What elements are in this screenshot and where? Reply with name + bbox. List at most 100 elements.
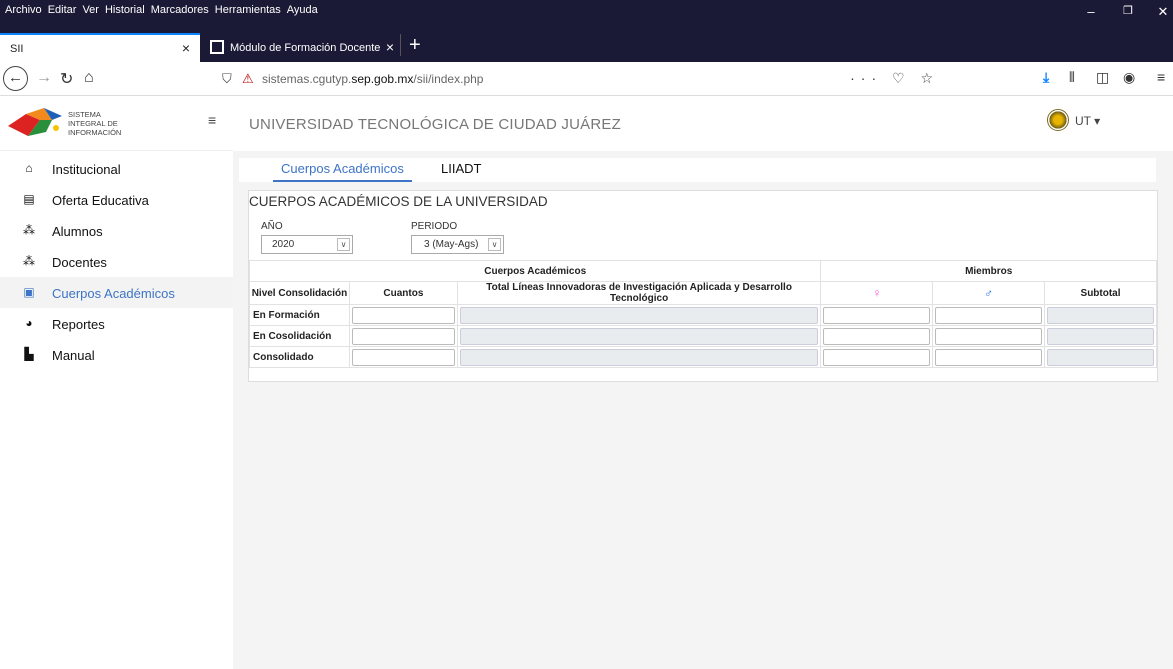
row-label: En Formación — [249, 304, 350, 326]
tab-title: SII — [10, 43, 24, 55]
forward-arrow-icon[interactable]: → — [36, 69, 52, 87]
year-label: AÑO — [261, 221, 283, 232]
row-label: En Cosolidación — [249, 325, 350, 347]
menu-archivo[interactable]: Archivo — [5, 4, 42, 16]
menu-marcadores[interactable]: Marcadores — [151, 4, 209, 16]
male-icon: ♂ — [984, 286, 994, 300]
close-window-icon[interactable]: ✕ — [1153, 4, 1173, 20]
sii-logo-icon — [8, 108, 62, 136]
table-row: Consolidado — [249, 346, 1157, 368]
download-icon[interactable]: ⤓ — [1043, 69, 1049, 86]
total-lineas-field — [459, 348, 819, 366]
sidebar-item-alumnos[interactable]: ⁂ Alumnos — [0, 215, 233, 246]
book-icon: ▤ — [23, 192, 35, 206]
menu-historial[interactable]: Historial — [105, 4, 145, 16]
tab-favicon-icon — [210, 40, 224, 54]
total-lineas-field — [459, 306, 819, 324]
insecure-lock-icon[interactable]: ⚠ — [242, 71, 254, 87]
new-tab-button[interactable]: + — [400, 34, 421, 56]
hombres-input[interactable] — [935, 306, 1043, 324]
users-icon: ⁂ — [23, 254, 35, 268]
total-lineas-field — [459, 327, 819, 345]
browser-tab-sii[interactable]: SII × — [0, 33, 200, 62]
menu-herramientas[interactable]: Herramientas — [215, 4, 281, 16]
year-select[interactable]: 2020 ∨ — [261, 235, 353, 254]
url-bar[interactable]: ⛉ ⚠ sistemas.cgutyp.sep.gob.mx/sii/index… — [210, 65, 945, 93]
url-text[interactable]: sistemas.cgutyp.sep.gob.mx/sii/index.php — [262, 72, 483, 86]
tab-liiadt[interactable]: LIIADT — [441, 161, 481, 176]
sidebar-item-label: Oferta Educativa — [52, 193, 149, 208]
subtotal-field — [1047, 348, 1154, 366]
tab-close-icon[interactable]: × — [182, 40, 190, 56]
cuantos-input[interactable] — [351, 348, 455, 366]
chevron-down-icon: ∨ — [337, 238, 350, 251]
sidebar-item-cuerpos-academicos[interactable]: ▣ Cuerpos Académicos — [0, 277, 233, 308]
reload-icon[interactable]: ↻ — [60, 69, 73, 89]
sidebar-item-docentes[interactable]: ⁂ Docentes — [0, 246, 233, 277]
browser-tabbar: SII × Módulo de Formación Docente × + — [0, 30, 1173, 62]
row-label: Consolidado — [249, 346, 350, 368]
cuantos-input[interactable] — [351, 327, 455, 345]
library-icon[interactable]: ⫴ — [1069, 69, 1075, 86]
menu-ver[interactable]: Ver — [82, 4, 99, 16]
table-header-row: Nivel Consolidación Cuantos Total Líneas… — [249, 281, 1157, 305]
section-tabs: Cuerpos Académicos LIIADT — [239, 158, 1156, 182]
sidebar-item-label: Alumnos — [52, 224, 103, 239]
panel-title: CUERPOS ACADÉMICOS DE LA UNIVERSIDAD — [249, 194, 548, 209]
brand-text: SISTEMA INTEGRAL DE INFORMACIÓN — [68, 110, 122, 137]
mujeres-input[interactable] — [823, 327, 931, 345]
sidebar-icon[interactable]: ◫ — [1096, 69, 1109, 86]
main-content: UNIVERSIDAD TECNOLÓGICA DE CIUDAD JUÁREZ… — [233, 96, 1173, 669]
sidebar-item-oferta-educativa[interactable]: ▤ Oferta Educativa — [0, 184, 233, 215]
table-row: En Formación — [249, 304, 1157, 326]
menu-ayuda[interactable]: Ayuda — [287, 4, 318, 16]
account-icon[interactable]: ◉ — [1123, 69, 1135, 86]
chart-pie-icon: ◕ — [25, 316, 33, 330]
sidebar-item-institucional[interactable]: ⌂ Institucional — [0, 153, 233, 184]
mujeres-input[interactable] — [823, 348, 931, 366]
chevron-down-icon: ∨ — [488, 238, 501, 251]
tab-close-icon[interactable]: × — [386, 39, 394, 55]
sidebar-item-label: Manual — [52, 348, 95, 363]
browser-menubar: Archivo Editar Ver Historial Marcadores … — [0, 0, 1173, 30]
col-total-lineas: Total Líneas Innovadoras de Investigació… — [456, 281, 822, 305]
tab-cuerpos-academicos[interactable]: Cuerpos Académicos — [273, 161, 412, 182]
hombres-input[interactable] — [935, 348, 1043, 366]
sidebar-item-manual[interactable]: ▙ Manual — [0, 339, 233, 370]
brand: SISTEMA INTEGRAL DE INFORMACIÓN ≡ — [0, 96, 233, 151]
col-hombres: ♂ — [932, 281, 1046, 305]
table-group-header-row: Cuerpos Académicos Miembros — [248, 260, 1157, 282]
menu-editar[interactable]: Editar — [48, 4, 77, 16]
top-header: UNIVERSIDAD TECNOLÓGICA DE CIUDAD JUÁREZ… — [233, 96, 1173, 151]
menu-list: Archivo Editar Ver Historial Marcadores … — [5, 4, 318, 16]
group-header-cuerpos: Cuerpos Académicos — [248, 260, 822, 282]
group-header-miembros: Miembros — [820, 260, 1157, 282]
cuerpos-table: Cuerpos Académicos Miembros Nivel Consol… — [248, 260, 1157, 368]
page-actions[interactable]: ··· ♡ ☆ — [850, 70, 939, 87]
tracking-shield-icon[interactable]: ⛉ — [222, 71, 232, 87]
restore-icon[interactable]: ❐ — [1118, 4, 1138, 17]
sidebar-item-label: Reportes — [52, 317, 105, 332]
sidebar-toggle-icon[interactable]: ≡ — [208, 112, 216, 128]
subtotal-field — [1047, 327, 1154, 345]
period-select[interactable]: 3 (May-Ags) ∨ — [411, 235, 504, 254]
sidebar: SISTEMA INTEGRAL DE INFORMACIÓN ≡ ⌂ Inst… — [0, 96, 233, 669]
back-arrow-icon[interactable]: ← — [3, 66, 28, 91]
browser-tab-formacion[interactable]: Módulo de Formación Docente × — [206, 33, 396, 62]
minimize-icon[interactable]: – — [1081, 4, 1101, 19]
cuerpos-panel: CUERPOS ACADÉMICOS DE LA UNIVERSIDAD AÑO… — [248, 190, 1158, 382]
cuantos-input[interactable] — [351, 306, 455, 324]
hamburger-menu-icon[interactable]: ≡ — [1157, 69, 1165, 85]
home-icon: ⌂ — [25, 161, 33, 175]
sidebar-item-reportes[interactable]: ◕ Reportes — [0, 308, 233, 339]
table-row: En Cosolidación — [249, 325, 1157, 347]
col-cuantos: Cuantos — [348, 281, 458, 305]
ut-seal-icon[interactable] — [1047, 109, 1069, 131]
home-icon[interactable]: ⌂ — [84, 69, 94, 87]
hombres-input[interactable] — [935, 327, 1043, 345]
col-subtotal: Subtotal — [1044, 281, 1157, 305]
user-menu-button[interactable]: UT ▾ — [1075, 114, 1100, 128]
mujeres-input[interactable] — [823, 306, 931, 324]
browser-navbar: ← → ↻ ⌂ ⛉ ⚠ sistemas.cgutyp.sep.gob.mx/s… — [0, 62, 1173, 96]
col-nivel: Nivel Consolidación — [249, 281, 350, 305]
